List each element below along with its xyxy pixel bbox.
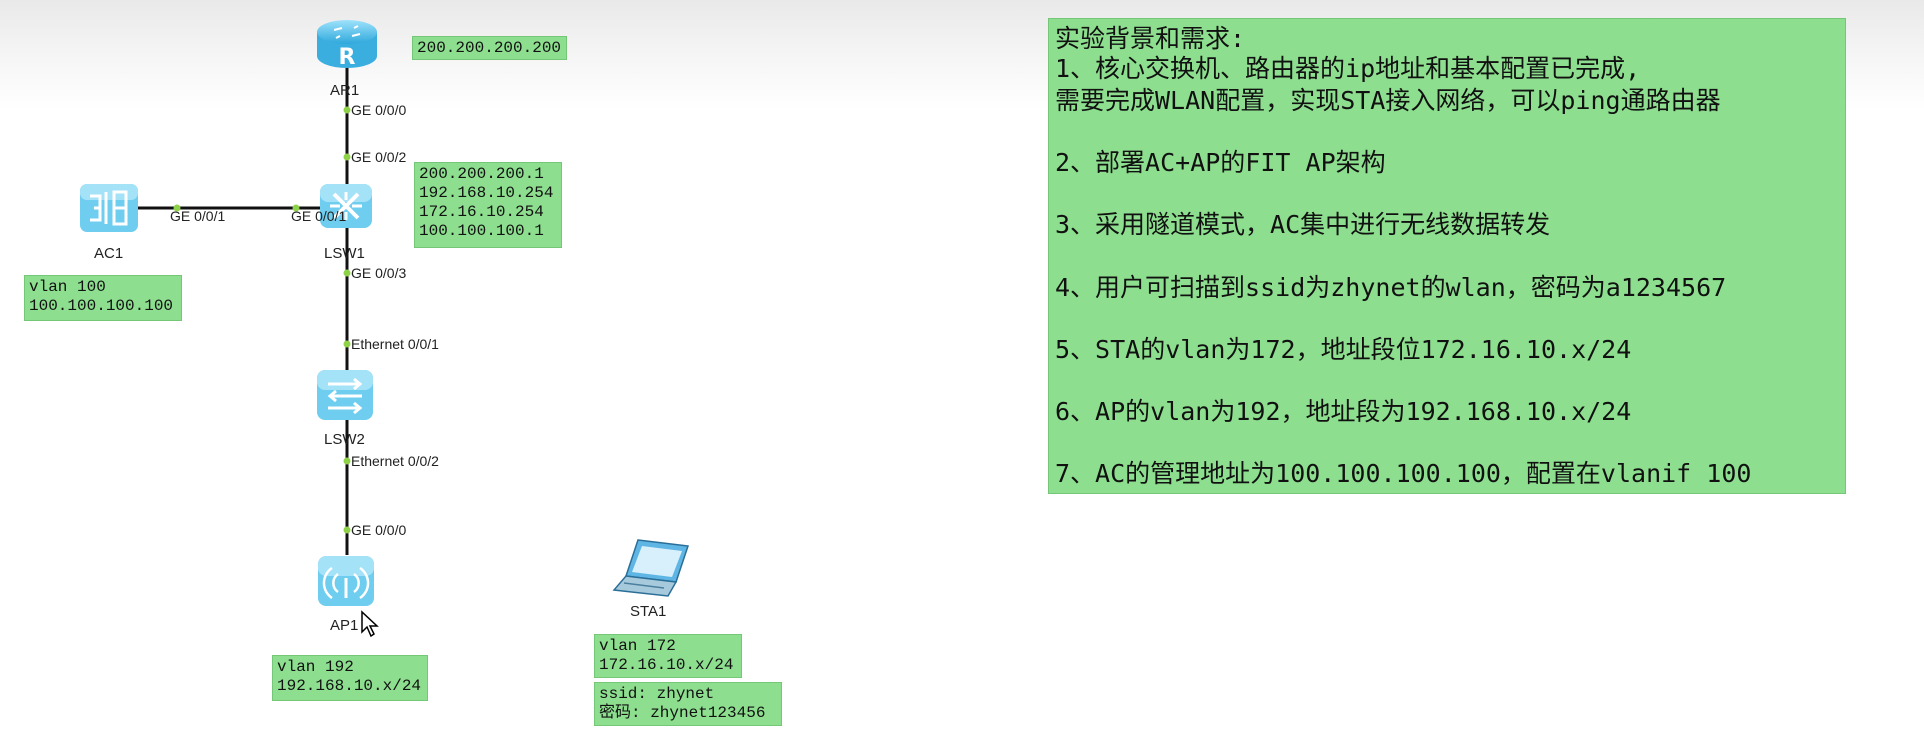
note-line: 200.200.200.200 bbox=[417, 39, 562, 57]
requirement-item: 1、核心交换机、路由器的ip地址和基本配置已完成, bbox=[1055, 54, 1641, 83]
port-label-ap1-ge000: GE 0/0/0 bbox=[351, 522, 407, 538]
lsw2-label: LSW2 bbox=[324, 431, 365, 448]
port-label-lsw1-ge001: GE 0/0/1 bbox=[291, 208, 347, 224]
sta1-laptop[interactable] bbox=[612, 538, 692, 600]
note-sta1[interactable]: vlan 172 172.16.10.x/24 bbox=[594, 634, 742, 678]
ar1-label: AR1 bbox=[330, 82, 360, 99]
note-ap1[interactable]: vlan 192 192.168.10.x/24 bbox=[272, 655, 428, 701]
requirement-item: 2、部署AC+AP的FIT AP架构 bbox=[1055, 148, 1386, 177]
ac1-label: AC1 bbox=[94, 245, 124, 262]
note-line: 172.16.10.x/24 bbox=[599, 656, 734, 674]
core-switch-icon bbox=[320, 184, 372, 228]
router-icon: R bbox=[317, 20, 377, 70]
note-ar1-ip[interactable]: 200.200.200.200 bbox=[412, 36, 567, 60]
note-ac1[interactable]: vlan 100 100.100.100.100 bbox=[24, 275, 182, 321]
port-dot bbox=[343, 269, 351, 277]
sta1-label: STA1 bbox=[630, 603, 667, 620]
ap1-label: AP1 bbox=[330, 617, 359, 634]
requirement-item: 4、用户可扫描到ssid为zhynet的wlan，密码为a1234567 bbox=[1055, 273, 1727, 302]
note-line: 100.100.100.100 bbox=[29, 297, 174, 315]
note-line: 100.100.100.1 bbox=[419, 222, 544, 240]
note-lsw1-ips[interactable]: 200.200.200.1 192.168.10.254 172.16.10.2… bbox=[414, 162, 562, 248]
note-line: vlan 172 bbox=[599, 637, 676, 655]
requirement-item: 6、AP的vlan为192，地址段为192.168.10.x/24 bbox=[1055, 397, 1632, 426]
note-sta1-wifi[interactable]: ssid: zhynet 密码: zhynet123456 bbox=[594, 682, 782, 726]
lsw2-switch[interactable] bbox=[314, 366, 376, 424]
ar1-router[interactable]: R bbox=[314, 10, 380, 72]
port-label-ar1-ge000: GE 0/0/0 bbox=[351, 102, 407, 118]
port-dot bbox=[343, 153, 351, 161]
lsw1-label: LSW1 bbox=[324, 245, 365, 262]
note-line: 200.200.200.1 bbox=[419, 165, 544, 183]
port-dot bbox=[343, 340, 351, 348]
note-line: vlan 100 bbox=[29, 278, 106, 296]
port-label-lsw2-eth001: Ethernet 0/0/1 bbox=[351, 336, 439, 352]
port-dot bbox=[343, 457, 351, 465]
mouse-pointer-icon bbox=[361, 610, 379, 638]
requirement-item: 7、AC的管理地址为100.100.100.100，配置在vlanif 100 bbox=[1055, 459, 1752, 488]
topology-canvas[interactable]: R AR1 LSW1 AC1 LSW2 AP1 STA1 GE 0/0/0 GE… bbox=[0, 0, 1924, 751]
requirement-item: 5、STA的vlan为172，地址段位172.16.10.x/24 bbox=[1055, 335, 1632, 364]
port-label-ac1-ge001: GE 0/0/1 bbox=[170, 208, 226, 224]
note-line: 密码: zhynet123456 bbox=[599, 704, 766, 722]
port-label-lsw2-eth002: Ethernet 0/0/2 bbox=[351, 453, 439, 469]
requirement-item: 3、采用隧道模式，AC集中进行无线数据转发 bbox=[1055, 210, 1551, 239]
laptop-icon bbox=[612, 539, 690, 597]
note-line: 172.16.10.254 bbox=[419, 203, 544, 221]
note-line: vlan 192 bbox=[277, 658, 354, 676]
access-controller-icon bbox=[80, 184, 138, 232]
note-line: ssid: zhynet bbox=[599, 685, 715, 703]
requirements-note[interactable]: 实验背景和需求: 1、核心交换机、路由器的ip地址和基本配置已完成, 需要完成W… bbox=[1048, 18, 1846, 494]
ac1-controller[interactable] bbox=[78, 180, 140, 236]
ap1-access-point[interactable] bbox=[316, 552, 376, 608]
port-dot bbox=[343, 106, 351, 114]
svg-text:R: R bbox=[339, 45, 356, 70]
requirement-item: 需要完成WLAN配置，实现STA接入网络，可以ping通路由器 bbox=[1055, 86, 1721, 115]
port-label-lsw1-ge002: GE 0/0/2 bbox=[351, 149, 407, 165]
port-label-lsw1-ge003: GE 0/0/3 bbox=[351, 265, 407, 281]
note-line: 192.168.10.254 bbox=[419, 184, 554, 202]
lsw1-switch[interactable] bbox=[316, 178, 376, 234]
switch-icon bbox=[317, 370, 373, 420]
port-dot bbox=[343, 526, 351, 534]
note-line: 192.168.10.x/24 bbox=[277, 677, 422, 695]
access-point-icon bbox=[318, 556, 374, 606]
